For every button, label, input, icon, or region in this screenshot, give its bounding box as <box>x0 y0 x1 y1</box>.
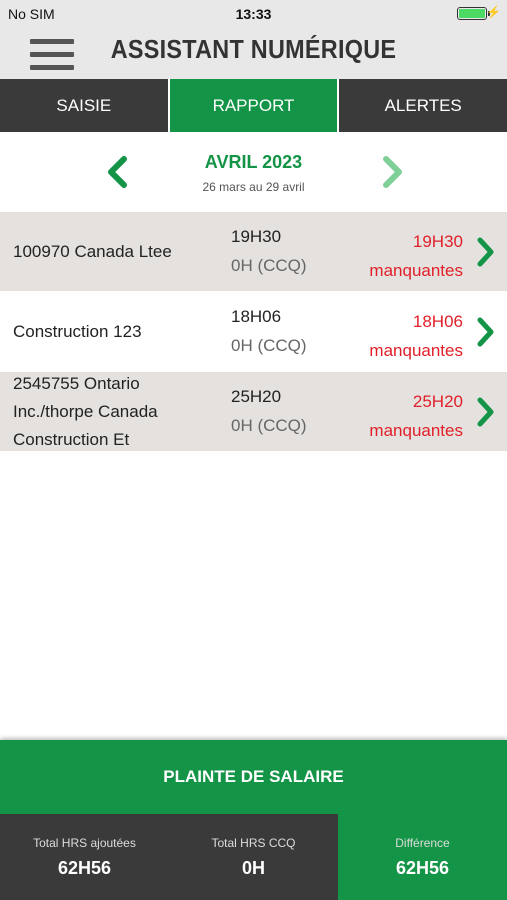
total-added-hours: Total HRS ajoutées 62H56 <box>0 814 169 900</box>
tab-alertes[interactable]: ALERTES <box>339 79 507 132</box>
ccq-hours: 0H (CCQ) <box>231 256 307 275</box>
chevron-right-icon <box>383 156 402 188</box>
total-ccq-value: 0H <box>241 858 265 878</box>
tab-rapport[interactable]: RAPPORT <box>169 79 340 132</box>
missing-hours-value: 25H20 <box>412 392 463 411</box>
total-ccq-hours: Total HRS CCQ 0H <box>169 814 338 900</box>
charging-icon: ⚡ <box>486 5 501 19</box>
total-added-value: 62H56 <box>57 858 112 878</box>
missing-hours: 25H20 manquantes <box>369 387 463 445</box>
period-navigator: AVRIL 2023 26 mars au 29 avril <box>0 132 507 212</box>
missing-hours: 18H06 manquantes <box>369 307 463 365</box>
total-added-label: Total HRS ajoutées <box>33 836 136 850</box>
app-header: ASSISTANT NUMÉRIQUE <box>0 27 507 79</box>
hours-worked: 25H20 <box>231 387 282 406</box>
missing-hours-value: 18H06 <box>412 312 463 331</box>
wage-complaint-button[interactable]: PLAINTE DE SALAIRE <box>0 740 507 814</box>
list-item[interactable]: 2545755 Ontario Inc./thorpe Canada Const… <box>0 372 507 452</box>
hours-worked: 18H06 <box>231 307 282 326</box>
company-name: 100970 Canada Ltee <box>13 242 172 261</box>
total-difference-label: Différence <box>395 836 450 850</box>
company-name: Construction 123 <box>13 322 142 341</box>
tab-bar: SAISIE RAPPORT ALERTES <box>0 79 507 132</box>
list-item[interactable]: Construction 123 18H06 0H (CCQ) 18H06 ma… <box>0 292 507 372</box>
missing-hours-label: manquantes <box>369 421 463 440</box>
company-name: 2545755 Ontario Inc./thorpe Canada Const… <box>13 374 158 449</box>
missing-hours-label: manquantes <box>369 261 463 280</box>
missing-hours: 19H30 manquantes <box>369 227 463 285</box>
status-time: 13:33 <box>235 6 272 22</box>
totals-bar: Total HRS ajoutées 62H56 Total HRS CCQ 0… <box>0 814 507 900</box>
employer-list: 100970 Canada Ltee 19H30 0H (CCQ) 19H30 … <box>0 212 507 452</box>
list-item[interactable]: 100970 Canada Ltee 19H30 0H (CCQ) 19H30 … <box>0 212 507 292</box>
chevron-right-icon[interactable] <box>475 396 495 428</box>
missing-hours-value: 19H30 <box>412 232 463 251</box>
hours-worked: 19H30 <box>231 227 282 246</box>
tab-saisie[interactable]: SAISIE <box>0 79 170 132</box>
period-month: AVRIL 2023 <box>204 152 303 172</box>
chevron-right-icon[interactable] <box>475 316 495 348</box>
missing-hours-label: manquantes <box>369 341 463 360</box>
chevron-right-icon[interactable] <box>475 236 495 268</box>
total-difference-value: 62H56 <box>395 858 450 878</box>
total-difference: Différence 62H56 <box>338 814 507 900</box>
period-range: 26 mars au 29 avril <box>202 180 305 194</box>
battery-icon <box>457 7 487 20</box>
total-ccq-label: Total HRS CCQ <box>211 836 296 850</box>
ccq-hours: 0H (CCQ) <box>231 416 307 435</box>
status-bar: No SIM 13:33 ⚡ <box>0 0 507 27</box>
page-title: ASSISTANT NUMÉRIQUE <box>110 34 397 64</box>
next-period-button[interactable] <box>378 156 408 188</box>
ccq-hours: 0H (CCQ) <box>231 336 307 355</box>
